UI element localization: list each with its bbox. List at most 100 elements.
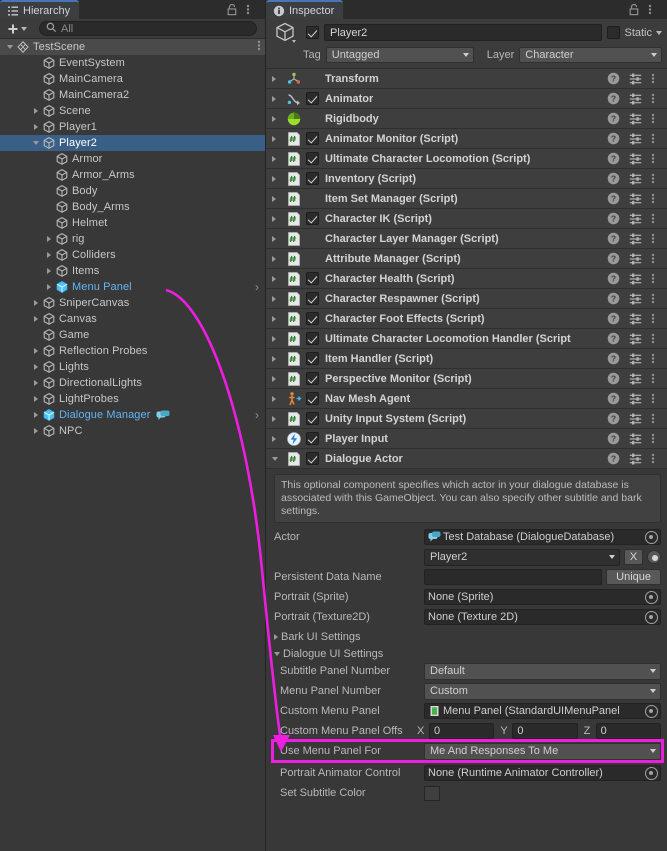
help-icon[interactable]: ?	[607, 132, 620, 145]
chevron-right-icon[interactable]	[30, 407, 42, 423]
chevron-right-icon[interactable]	[30, 391, 42, 407]
offset-z-input[interactable]: 0	[595, 723, 661, 739]
component-menu-icon[interactable]	[651, 192, 663, 205]
chevron-right-icon[interactable]	[272, 95, 286, 102]
help-icon[interactable]: ?	[607, 452, 620, 465]
component-row-unity-input-system-script[interactable]: Unity Input System (Script)?	[266, 409, 667, 429]
dialogue-ui-settings-foldout[interactable]: Dialogue UI Settings	[274, 645, 661, 662]
hierarchy-item-player1[interactable]: Player1	[0, 119, 265, 135]
set-subtitle-color-checkbox[interactable]	[424, 785, 440, 801]
component-row-animator-monitor-script[interactable]: Animator Monitor (Script)?	[266, 129, 667, 149]
subtitle-panel-number-dropdown[interactable]: Default	[424, 662, 661, 680]
hierarchy-item-helmet[interactable]: Helmet	[0, 215, 265, 231]
hierarchy-item-player2[interactable]: Player2	[0, 135, 265, 151]
object-picker-icon[interactable]	[645, 590, 658, 604]
hierarchy-item-game[interactable]: Game	[0, 327, 265, 343]
help-icon[interactable]: ?	[607, 152, 620, 165]
hierarchy-item-scene[interactable]: Scene	[0, 103, 265, 119]
component-enabled-checkbox[interactable]	[306, 132, 319, 145]
help-icon[interactable]: ?	[607, 172, 620, 185]
component-row-item-handler-script[interactable]: Item Handler (Script)?	[266, 349, 667, 369]
portrait-animator-controller-field[interactable]: None (Runtime Animator Controller)	[424, 765, 661, 781]
help-icon[interactable]: ?	[607, 312, 620, 325]
preset-icon[interactable]	[629, 332, 642, 345]
preset-icon[interactable]	[629, 112, 642, 125]
component-row-dialogue-actor[interactable]: Dialogue Actor?	[266, 449, 667, 469]
portrait-sprite-field[interactable]: None (Sprite)	[424, 589, 661, 605]
help-icon[interactable]: ?	[607, 392, 620, 405]
preset-icon[interactable]	[629, 432, 642, 445]
help-icon[interactable]: ?	[607, 352, 620, 365]
preset-icon[interactable]	[629, 92, 642, 105]
actor-picker-button[interactable]	[647, 550, 661, 564]
chevron-right-icon[interactable]	[272, 435, 286, 442]
preset-icon[interactable]	[629, 272, 642, 285]
component-enabled-checkbox[interactable]	[306, 292, 319, 305]
component-menu-icon[interactable]	[651, 272, 663, 285]
inspector-menu-icon[interactable]	[648, 3, 660, 16]
preset-icon[interactable]	[629, 452, 642, 465]
chevron-right-icon[interactable]	[272, 395, 286, 402]
lock-icon[interactable]	[226, 3, 238, 16]
tag-dropdown[interactable]: Untagged	[325, 46, 474, 63]
chevron-right-icon[interactable]	[272, 155, 286, 162]
hierarchy-item-body-arms[interactable]: Body_Arms	[0, 199, 265, 215]
chevron-right-icon[interactable]	[272, 75, 286, 82]
help-icon[interactable]: ?	[607, 372, 620, 385]
help-icon[interactable]: ?	[607, 272, 620, 285]
hierarchy-item-rig[interactable]: rig	[0, 231, 265, 247]
preset-icon[interactable]	[629, 372, 642, 385]
preset-icon[interactable]	[629, 172, 642, 185]
hierarchy-item-lights[interactable]: Lights	[0, 359, 265, 375]
preset-icon[interactable]	[629, 192, 642, 205]
chevron-down-icon[interactable]	[272, 456, 286, 461]
component-row-attribute-manager-script[interactable]: Attribute Manager (Script)?	[266, 249, 667, 269]
component-row-character-foot-effects-script[interactable]: Character Foot Effects (Script)?	[266, 309, 667, 329]
component-menu-icon[interactable]	[651, 112, 663, 125]
preset-icon[interactable]	[629, 292, 642, 305]
hierarchy-item-maincamera2[interactable]: MainCamera2	[0, 87, 265, 103]
component-menu-icon[interactable]	[651, 352, 663, 365]
hierarchy-item-testscene[interactable]: TestScene	[0, 39, 265, 55]
chevron-right-icon[interactable]	[43, 279, 55, 295]
component-menu-icon[interactable]	[651, 172, 663, 185]
chevron-right-icon[interactable]	[43, 247, 55, 263]
component-menu-icon[interactable]	[651, 72, 663, 85]
component-enabled-checkbox[interactable]	[306, 372, 319, 385]
actor-name-dropdown[interactable]: Player2	[424, 548, 620, 566]
hierarchy-item-armor-arms[interactable]: Armor_Arms	[0, 167, 265, 183]
preset-icon[interactable]	[629, 232, 642, 245]
component-enabled-checkbox[interactable]	[306, 352, 319, 365]
hierarchy-item-menu-panel[interactable]: Menu Panel ›	[0, 279, 265, 295]
hierarchy-item-body[interactable]: Body	[0, 183, 265, 199]
inspector-lock-icon[interactable]	[628, 3, 640, 16]
tab-hierarchy[interactable]: Hierarchy	[0, 0, 80, 19]
component-menu-icon[interactable]	[651, 332, 663, 345]
chevron-right-icon[interactable]	[30, 343, 42, 359]
hierarchy-item-dialogue-manager[interactable]: Dialogue Manager ›	[0, 407, 265, 423]
custom-menu-panel-field[interactable]: Menu Panel (StandardUIMenuPanel	[424, 703, 661, 719]
component-row-perspective-monitor-script[interactable]: Perspective Monitor (Script)?	[266, 369, 667, 389]
component-enabled-checkbox[interactable]	[306, 332, 319, 345]
help-icon[interactable]: ?	[607, 72, 620, 85]
static-toggle-group[interactable]: Static	[607, 26, 662, 39]
component-row-ultimate-character-locomotion-script[interactable]: Ultimate Character Locomotion (Script)?	[266, 149, 667, 169]
component-enabled-checkbox[interactable]	[306, 432, 319, 445]
component-row-player-input[interactable]: Player Input?	[266, 429, 667, 449]
component-menu-icon[interactable]	[651, 292, 663, 305]
hierarchy-item-directionallights[interactable]: DirectionalLights	[0, 375, 265, 391]
scene-menu-icon[interactable]	[257, 39, 261, 55]
component-menu-icon[interactable]	[651, 412, 663, 425]
component-row-character-layer-manager-script[interactable]: Character Layer Manager (Script)?	[266, 229, 667, 249]
chevron-right-icon[interactable]	[272, 235, 286, 242]
hierarchy-item-maincamera[interactable]: MainCamera	[0, 71, 265, 87]
hierarchy-item-snipercanvas[interactable]: SniperCanvas	[0, 295, 265, 311]
component-row-transform[interactable]: Transform?	[266, 69, 667, 89]
chevron-right-icon[interactable]	[30, 119, 42, 135]
help-icon[interactable]: ?	[607, 432, 620, 445]
chevron-right-icon[interactable]	[272, 135, 286, 142]
preset-icon[interactable]	[629, 412, 642, 425]
help-icon[interactable]: ?	[607, 252, 620, 265]
menu-panel-number-dropdown[interactable]: Custom	[424, 682, 661, 700]
bark-ui-settings-foldout[interactable]: Bark UI Settings	[274, 628, 661, 645]
